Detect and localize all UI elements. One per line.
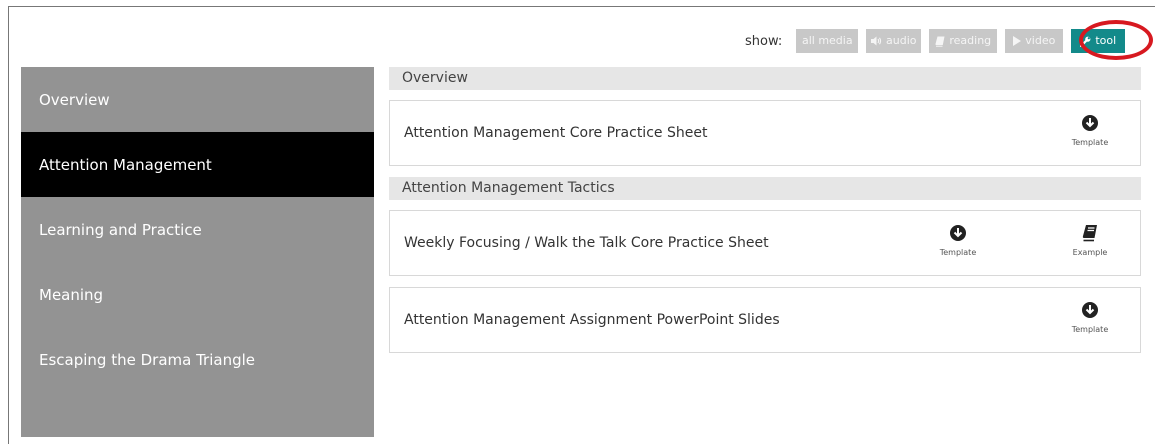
sidebar-nav: Overview Attention Management Learning a… [21, 67, 374, 437]
resource-title: Attention Management Core Practice Sheet [404, 125, 708, 141]
sidebar-item-attention-management[interactable]: Attention Management [21, 132, 374, 197]
sidebar-item-meaning[interactable]: Meaning [21, 262, 374, 327]
resource-title: Weekly Focusing / Walk the Talk Core Pra… [404, 235, 769, 251]
download-icon [1082, 302, 1098, 318]
show-label: show: [745, 33, 783, 49]
sidebar-item-label: Overview [39, 90, 110, 109]
resource-card: Attention Management Assignment PowerPoi… [389, 287, 1141, 353]
filter-tool-label: tool [1095, 34, 1117, 47]
filter-all-media-label: all media [801, 34, 853, 47]
action-label: Template [1071, 325, 1109, 334]
media-filter-bar: show: all media audio reading video tool [745, 29, 1133, 53]
example-button[interactable]: Example [1060, 224, 1120, 257]
sidebar-item-label: Escaping the Drama Triangle [39, 350, 255, 369]
speaker-icon [871, 36, 882, 46]
sidebar-item-overview[interactable]: Overview [21, 67, 374, 132]
section-header-attention-management-tactics: Attention Management Tactics [389, 177, 1141, 200]
play-icon [1013, 36, 1022, 46]
action-label: Example [1072, 248, 1108, 257]
filter-tool-button[interactable]: tool [1071, 29, 1126, 53]
template-download-button[interactable]: Template [1060, 301, 1120, 334]
section-header-overview: Overview [389, 67, 1141, 90]
filter-video-button[interactable]: video [1005, 29, 1064, 53]
filter-audio-label: audio [886, 34, 917, 47]
wrench-icon [1080, 36, 1091, 47]
filter-all-media-button[interactable]: all media [796, 29, 859, 53]
action-label: Template [939, 248, 977, 257]
download-icon [1082, 115, 1098, 131]
sidebar-item-label: Learning and Practice [39, 220, 202, 239]
sidebar-item-learning-and-practice[interactable]: Learning and Practice [21, 197, 374, 262]
filter-video-label: video [1025, 34, 1056, 47]
action-label: Template [1071, 138, 1109, 147]
filter-audio-button[interactable]: audio [866, 29, 922, 53]
resource-card: Attention Management Core Practice Sheet… [389, 100, 1141, 166]
sidebar-item-label: Attention Management [39, 155, 212, 174]
template-download-button[interactable]: Template [928, 224, 988, 257]
sidebar-item-label: Meaning [39, 285, 104, 304]
sidebar-item-escaping-the-drama-triangle[interactable]: Escaping the Drama Triangle [21, 327, 374, 392]
resource-card: Weekly Focusing / Walk the Talk Core Pra… [389, 210, 1141, 276]
book-icon [1082, 225, 1097, 242]
book-icon [935, 36, 945, 47]
resource-title: Attention Management Assignment PowerPoi… [404, 312, 780, 328]
filter-reading-label: reading [949, 34, 992, 47]
filter-reading-button[interactable]: reading [929, 29, 998, 53]
main-content: Overview Attention Management Core Pract… [389, 67, 1141, 364]
template-download-button[interactable]: Template [1060, 114, 1120, 147]
download-icon [950, 225, 966, 241]
